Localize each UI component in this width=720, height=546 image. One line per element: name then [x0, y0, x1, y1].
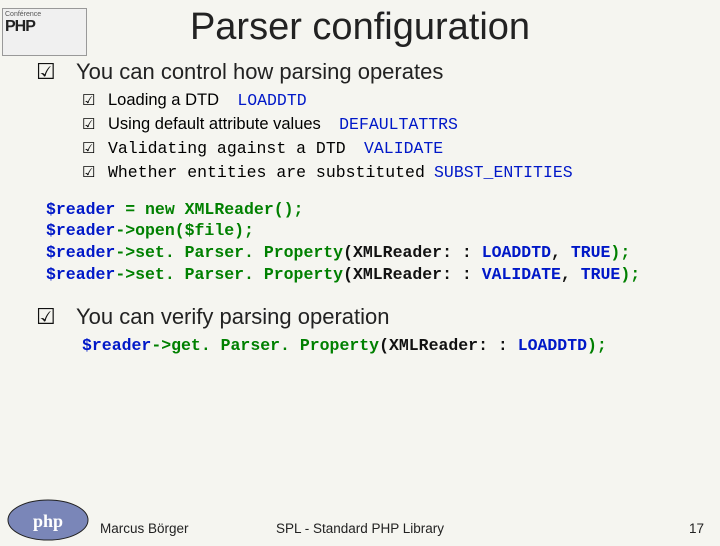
- item-const: VALIDATE: [364, 139, 443, 158]
- item-text: Using default attribute values: [108, 115, 321, 133]
- item-text: Loading a DTD: [108, 91, 219, 109]
- checkbox-icon: ☑: [82, 114, 108, 136]
- list-item: ☑ Whether entities are substituted SUBST…: [82, 161, 696, 185]
- code-block-2: $reader->get. Parser. Property(XMLReader…: [82, 336, 696, 355]
- code-line: $reader->set. Parser. Property(XMLReader…: [46, 242, 696, 264]
- code-line: $reader->set. Parser. Property(XMLReader…: [46, 264, 696, 286]
- badge-line1: Conférence: [5, 11, 84, 18]
- item-const: LOADDTD: [237, 91, 306, 110]
- footer-center: SPL - Standard PHP Library: [0, 521, 720, 536]
- footer-page: 17: [689, 521, 704, 536]
- code-line: $reader = new XMLReader();: [46, 199, 696, 221]
- item-text: Whether entities are substituted: [108, 163, 425, 182]
- section-1: ☑ You can control how parsing operates ☑…: [36, 59, 696, 185]
- section-1-list: ☑ Loading a DTD LOADDTD ☑ Using default …: [76, 89, 696, 185]
- item-const: DEFAULTATTRS: [339, 115, 458, 134]
- section-2: ☑ You can verify parsing operation: [36, 304, 696, 334]
- badge-line2: PHP: [5, 18, 84, 36]
- checkbox-icon: ☑: [82, 90, 108, 112]
- section-2-heading: You can verify parsing operation: [76, 304, 696, 330]
- list-item: ☑ Validating against a DTD VALIDATE: [82, 137, 696, 161]
- list-item: ☑ Using default attribute values DEFAULT…: [82, 113, 696, 137]
- checkbox-icon: ☑: [36, 304, 76, 330]
- conference-badge: Conférence PHP: [2, 8, 87, 56]
- item-const: SUBST_ENTITIES: [434, 163, 573, 182]
- slide-content: ☑ You can control how parsing operates ☑…: [0, 59, 720, 355]
- slide-title: Parser configuration: [0, 6, 720, 49]
- list-item: ☑ Loading a DTD LOADDTD: [82, 89, 696, 113]
- checkbox-icon: ☑: [82, 162, 108, 184]
- code-block-1: $reader = new XMLReader(); $reader->open…: [46, 199, 696, 286]
- item-text: Validating against a DTD: [108, 139, 346, 158]
- footer: php Marcus Börger SPL - Standard PHP Lib…: [0, 498, 720, 542]
- checkbox-icon: ☑: [82, 138, 108, 160]
- section-1-heading: You can control how parsing operates: [76, 59, 696, 85]
- code-line: $reader->open($file);: [46, 220, 696, 242]
- checkbox-icon: ☑: [36, 59, 76, 85]
